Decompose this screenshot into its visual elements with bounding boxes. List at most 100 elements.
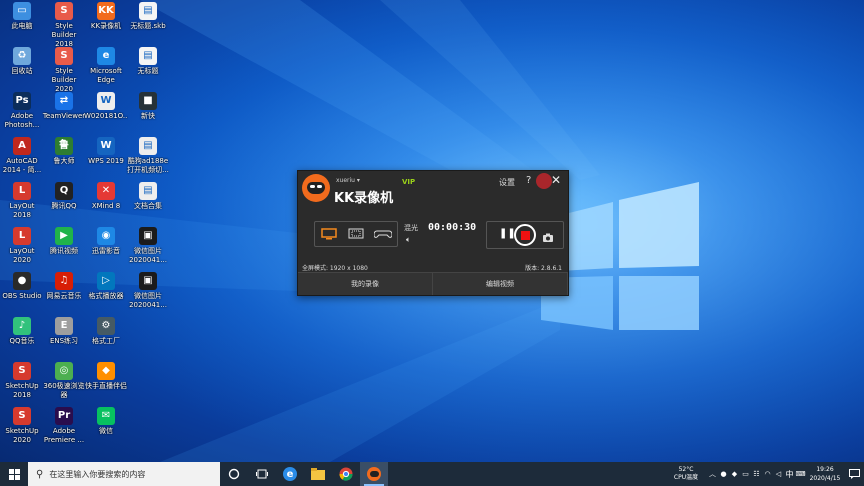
desktop-icon-label: 网易云音乐 [46,292,82,300]
desktop-icon[interactable]: ▣ 微信图片 2020041... [126,227,170,265]
desktop-icon[interactable]: E ENS练习 [42,317,86,346]
tray-app-icon[interactable]: ● [718,462,729,486]
desktop-icon[interactable]: Pr Adobe Premiere ... [42,407,86,445]
task-view-button[interactable] [248,462,276,486]
start-button[interactable] [0,462,28,486]
tray-network-icon[interactable]: ☷ [751,462,762,486]
tray-battery-icon[interactable]: ▭ [740,462,751,486]
taskbar-search-box[interactable]: ⚲ 在这里输入你要搜索的内容 [28,462,220,486]
desktop[interactable]: ▭ 此电脑 ♻ 回收站 Ps Adobe Photosh... A AutoCAD 2014 … [0,0,864,462]
desktop-icon-label: 快手直播伴侣 [85,382,127,390]
system-clock[interactable]: 19:26 2020/4/15 [806,465,844,483]
desktop-icon[interactable]: ▭ 此电脑 [0,2,44,31]
desktop-icon[interactable]: e Microsoft Edge [84,47,128,85]
desktop-icon-label: KK录像机 [90,22,122,30]
desktop-icon-label: 无标题.skb [130,22,166,30]
obs-icon: ● [13,272,31,290]
chevron-down-icon: ▾ [356,177,360,184]
desktop-icon[interactable]: ◆ 快手直播伴侣 [84,362,128,391]
vip-badge[interactable]: VIP [402,178,415,186]
desktop-icon[interactable]: A AutoCAD 2014 - 简... [0,137,44,175]
desktop-icon[interactable]: ▤ 酷狗ad188e 打开机频切... [126,137,170,175]
desktop-icon[interactable]: ▤ 文档合集 [126,182,170,211]
desktop-icon[interactable]: S SketchUp 2020 [0,407,44,445]
desktop-icon[interactable]: S Style Builder 2020 [42,47,86,94]
desktop-icon[interactable]: W W020181O... [84,92,128,121]
desktop-icon-label: TeamViewer [42,112,86,120]
minimize-button[interactable] [536,173,552,189]
cortana-button[interactable] [220,462,248,486]
desktop-icon[interactable]: ◉ 迅雷影音 [84,227,128,256]
desktop-icon-label: Style Builder 2018 [51,22,77,48]
taskbar-kk-recorder[interactable] [360,462,388,486]
stop-record-button[interactable] [514,224,536,246]
version-label: 版本: 2.8.6.1 [525,265,562,272]
desktop-icon[interactable]: ▤ 无标题 [126,47,170,76]
game-mode-button[interactable] [374,227,393,241]
notification-button[interactable] [844,469,864,479]
desktop-icon[interactable]: ♪ QQ音乐 [0,317,44,346]
tray-input-icon[interactable]: ⌨︎ [795,462,806,486]
kk-recorder-window[interactable]: xueriu ▾ KK录像机 VIP 设置 ? ✕ 混光 🔈︎ 00:00:30… [297,170,569,296]
settings-button[interactable]: 设置 [499,177,515,188]
premiere-icon: Pr [55,407,73,425]
desktop-icon[interactable]: Q 腾讯QQ [42,182,86,211]
desktop-icon[interactable]: KK KK录像机 [84,2,128,31]
desktop-icon[interactable]: ▷ 格式播放器 [84,272,128,301]
record-timer: 00:00:30 [428,222,477,233]
desktop-icon[interactable]: ✕ XMind 8 [84,182,128,211]
desktop-icon-label: Adobe Premiere ... [43,427,85,444]
taskbar: ⚲ 在这里输入你要搜索的内容 e 52°C CPU温度 ︿ ● ◆ ▭ ☷ ◠ ◁… [0,462,864,486]
desktop-icon[interactable]: L LayOut 2020 [0,227,44,265]
desktop-icon[interactable]: 鲁鲁大师 [42,137,86,166]
tray-chevron-up-icon[interactable]: ︿ [707,462,718,486]
desktop-icon[interactable]: ⇄ TeamViewer [42,92,86,121]
desktop-icon-label: 腾讯QQ [51,202,77,210]
autocad-icon: A [13,137,31,155]
desktop-icon[interactable]: ◎ 360极速浏览 器 [42,362,86,400]
desktop-icon[interactable]: ♻ 回收站 [0,47,44,76]
desktop-icon[interactable]: ● OBS Studio [0,272,44,301]
desktop-icon[interactable]: ✉ 微信 [84,407,128,436]
ens-icon: E [55,317,73,335]
ime-indicator[interactable]: 中 [784,462,795,486]
desktop-icon[interactable]: L LayOut 2018 [0,182,44,220]
speaker-icon[interactable]: 🔈︎ [406,235,411,245]
desktop-icon[interactable]: Ps Adobe Photosh... [0,92,44,130]
desktop-icon[interactable]: ⚙ 格式工厂 [84,317,128,346]
my-recordings-button[interactable]: 我的录像 [298,273,433,295]
desktop-icon[interactable]: ▣ 微信图片 2020041... [126,272,170,310]
desktop-icon[interactable]: S Style Builder 2018 [42,2,86,49]
taskbar-edge[interactable]: e [276,462,304,486]
screenshot-button[interactable] [542,228,554,247]
help-button[interactable]: ? [526,175,531,186]
audio-source-label[interactable]: 混光 [404,223,418,233]
desktop-icon[interactable]: W WPS 2019 [84,137,128,166]
resolution-label: 全屏模式: 1920 x 1080 [302,265,368,272]
tray-security-icon[interactable]: ◆ [729,462,740,486]
desktop-icon[interactable]: ■ 新快 [126,92,170,121]
desktop-icon[interactable]: ▶ 腾讯视频 [42,227,86,256]
search-placeholder: 在这里输入你要搜索的内容 [49,469,146,479]
desktop-icon[interactable]: ▤ 无标题.skb [126,2,170,31]
clock-time: 19:26 [816,466,834,473]
gamepad-icon [374,230,393,238]
taskbar-chrome[interactable] [332,462,360,486]
desktop-icon[interactable]: S SketchUp 2018 [0,362,44,400]
user-account-dropdown[interactable]: xueriu ▾ [336,177,360,184]
system-tray: 52°C CPU温度 ︿ ● ◆ ▭ ☷ ◠ ◁ 中 ⌨︎ 19:26 2020/4… [669,462,864,486]
tray-volume-icon[interactable]: ◁ [773,462,784,486]
file-icon: ▤ [139,137,157,155]
tray-wifi-icon[interactable]: ◠ [762,462,773,486]
kk-recorder-icon [367,467,381,481]
fullscreen-mode-button[interactable] [320,227,338,241]
region-mode-button[interactable] [347,227,365,241]
taskbar-file-explorer[interactable] [304,462,332,486]
image-file-icon: ▣ [139,272,157,290]
cpu-temperature[interactable]: 52°C CPU温度 [669,466,703,482]
close-button[interactable]: ✕ [551,173,561,187]
kk-bottom-buttons: 我的录像 编辑视频 [298,272,568,295]
desktop-icon[interactable]: ♫ 网易云音乐 [42,272,86,301]
edit-video-button[interactable]: 编辑视频 [433,273,568,295]
desktop-icon-label: SketchUp 2018 [5,382,39,399]
